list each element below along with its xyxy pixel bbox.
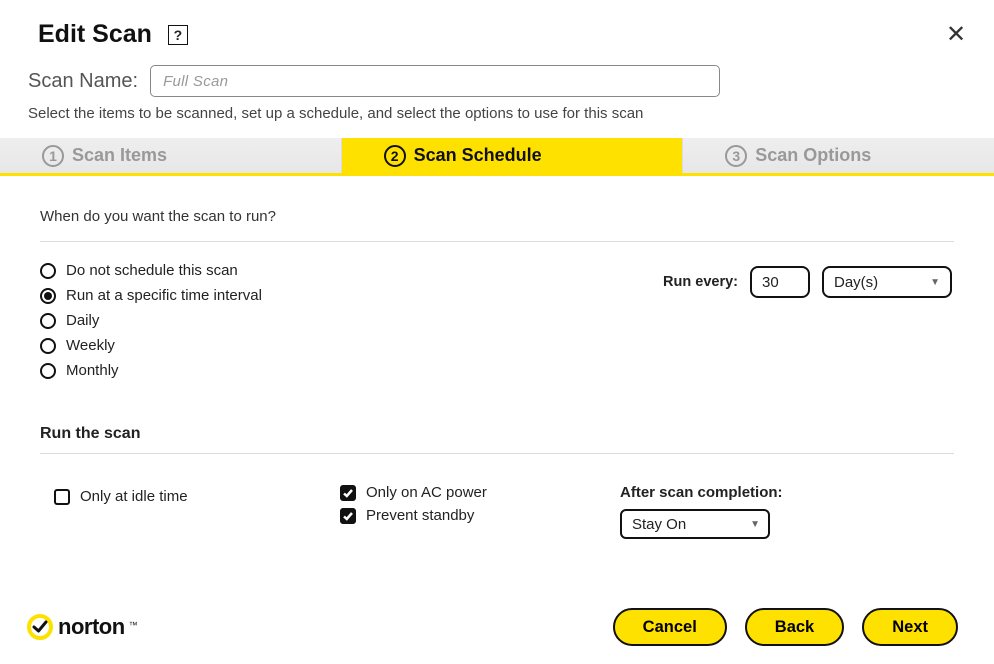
norton-logo: norton ™ bbox=[26, 613, 138, 641]
checkbox-icon bbox=[54, 489, 70, 505]
after-completion-select[interactable]: Stay On ▼ bbox=[620, 509, 770, 539]
checkbox-label: Only on AC power bbox=[366, 484, 487, 501]
radio-do-not-schedule[interactable]: Do not schedule this scan bbox=[40, 262, 262, 279]
tab-label: Scan Items bbox=[72, 145, 167, 166]
run-every-value-input[interactable] bbox=[750, 266, 810, 298]
run-every-unit-select[interactable]: Day(s) ▼ bbox=[822, 266, 952, 298]
radio-label: Run at a specific time interval bbox=[66, 287, 262, 304]
scan-description: Select the items to be scanned, set up a… bbox=[0, 97, 994, 138]
tab-bar: 1 Scan Items 2 Scan Schedule 3 Scan Opti… bbox=[0, 138, 994, 176]
page-title: Edit Scan bbox=[38, 20, 152, 49]
tab-scan-schedule[interactable]: 2 Scan Schedule bbox=[342, 138, 684, 173]
radio-label: Weekly bbox=[66, 337, 115, 354]
checkbox-only-ac-power[interactable]: Only on AC power bbox=[340, 484, 620, 501]
select-value: Day(s) bbox=[834, 274, 878, 291]
checkbox-icon bbox=[340, 508, 356, 524]
logo-check-icon bbox=[26, 613, 54, 641]
close-button[interactable]: ✕ bbox=[942, 21, 970, 49]
radio-label: Daily bbox=[66, 312, 99, 329]
after-completion-label: After scan completion: bbox=[620, 484, 954, 501]
tab-label: Scan Options bbox=[755, 145, 871, 166]
radio-specific-interval[interactable]: Run at a specific time interval bbox=[40, 287, 262, 304]
checkbox-only-idle[interactable]: Only at idle time bbox=[54, 488, 340, 505]
logo-text: norton bbox=[58, 614, 125, 640]
select-value: Stay On bbox=[632, 516, 686, 533]
checkbox-prevent-standby[interactable]: Prevent standby bbox=[340, 507, 620, 524]
radio-daily[interactable]: Daily bbox=[40, 312, 262, 329]
run-scan-title: Run the scan bbox=[40, 425, 954, 443]
run-every-label: Run every: bbox=[663, 274, 738, 290]
checkbox-label: Prevent standby bbox=[366, 507, 474, 524]
cancel-button[interactable]: Cancel bbox=[613, 608, 727, 646]
chevron-down-icon: ▼ bbox=[750, 519, 760, 530]
tab-number: 1 bbox=[42, 145, 64, 167]
checkbox-label: Only at idle time bbox=[80, 488, 188, 505]
tab-number: 3 bbox=[725, 145, 747, 167]
next-button[interactable]: Next bbox=[862, 608, 958, 646]
radio-label: Do not schedule this scan bbox=[66, 262, 238, 279]
radio-icon bbox=[40, 313, 56, 329]
back-button[interactable]: Back bbox=[745, 608, 844, 646]
schedule-prompt: When do you want the scan to run? bbox=[40, 208, 954, 225]
tab-scan-items[interactable]: 1 Scan Items bbox=[0, 138, 342, 173]
scan-name-input[interactable] bbox=[150, 65, 720, 97]
tab-label: Scan Schedule bbox=[414, 145, 542, 166]
tab-scan-options[interactable]: 3 Scan Options bbox=[683, 138, 994, 173]
trademark-icon: ™ bbox=[129, 620, 138, 630]
radio-icon bbox=[40, 263, 56, 279]
radio-monthly[interactable]: Monthly bbox=[40, 362, 262, 379]
scan-name-label: Scan Name: bbox=[28, 70, 138, 93]
divider bbox=[40, 453, 954, 454]
radio-label: Monthly bbox=[66, 362, 119, 379]
tab-number: 2 bbox=[384, 145, 406, 167]
schedule-radio-group: Do not schedule this scan Run at a speci… bbox=[40, 262, 262, 379]
radio-icon bbox=[40, 338, 56, 354]
chevron-down-icon: ▼ bbox=[930, 277, 940, 288]
radio-weekly[interactable]: Weekly bbox=[40, 337, 262, 354]
radio-icon bbox=[40, 288, 56, 304]
divider bbox=[40, 241, 954, 242]
checkbox-icon bbox=[340, 485, 356, 501]
radio-icon bbox=[40, 363, 56, 379]
help-icon[interactable]: ? bbox=[168, 25, 188, 45]
